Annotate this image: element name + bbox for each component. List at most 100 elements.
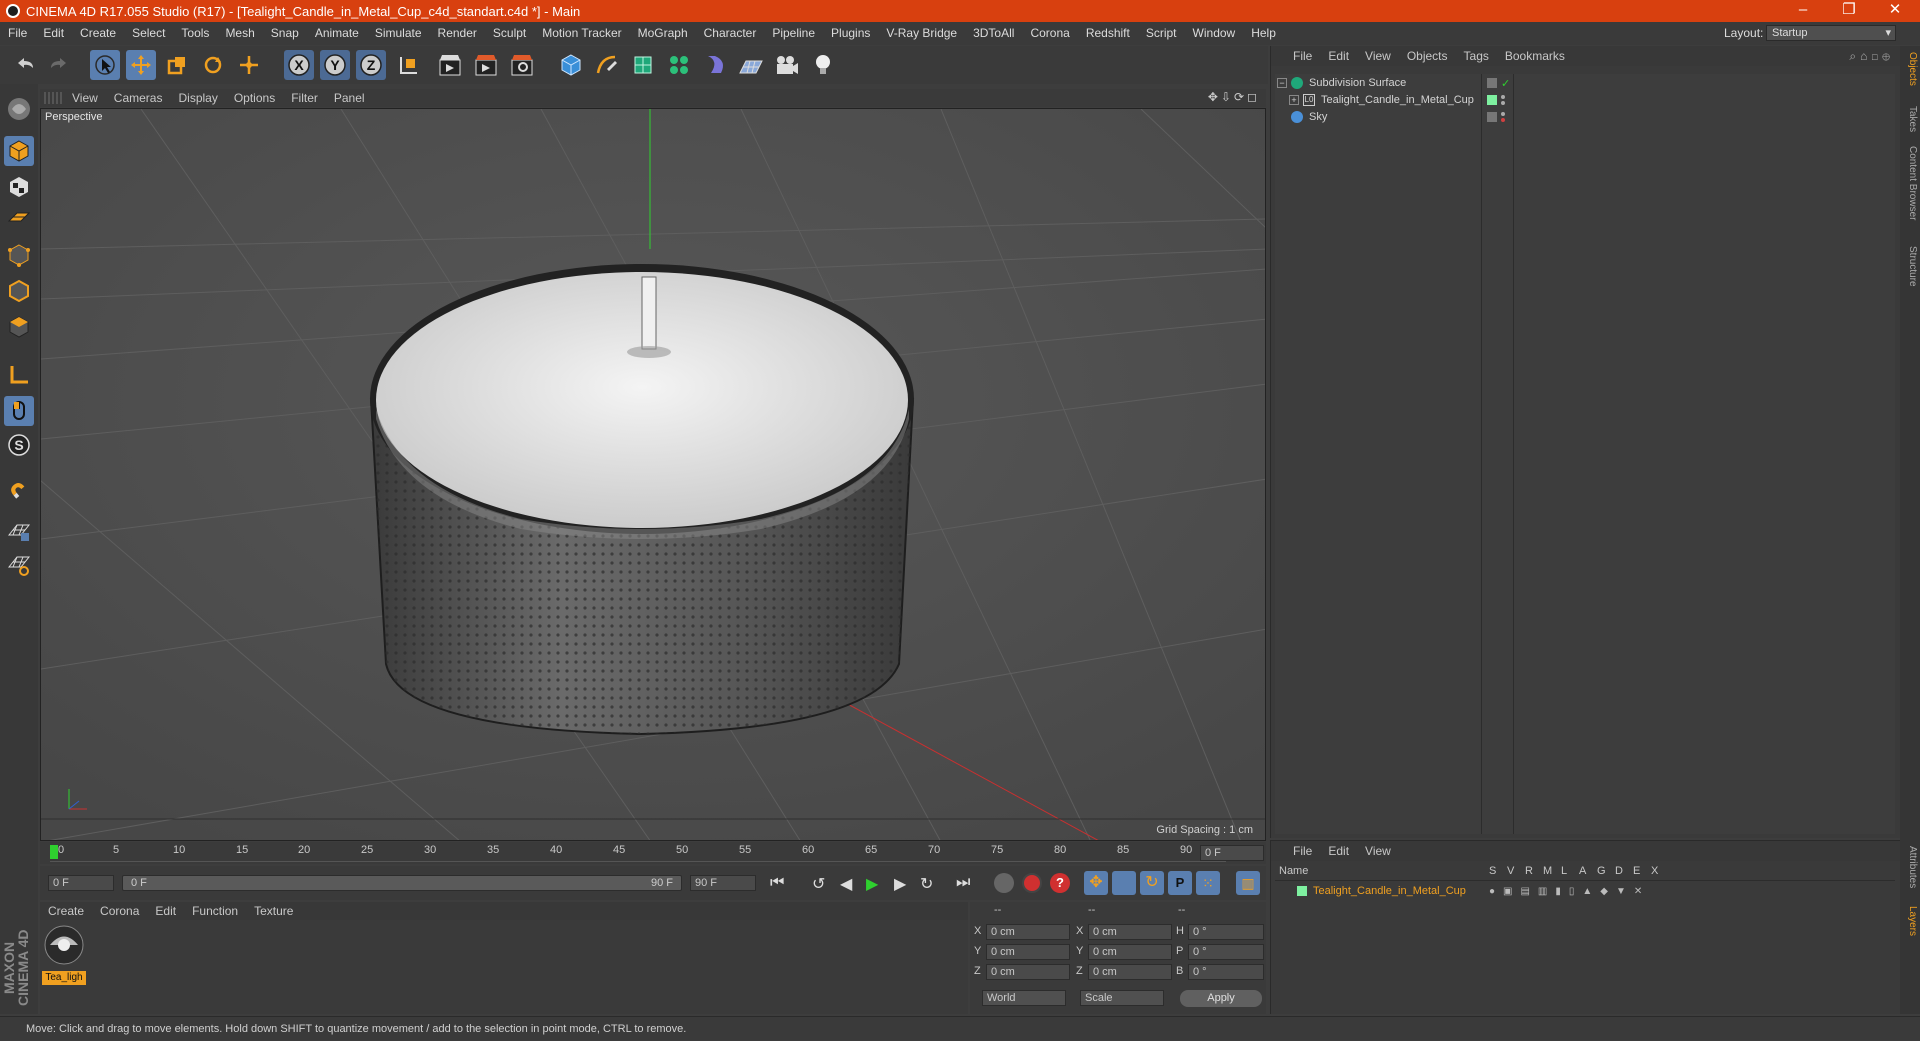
material-menu-create[interactable]: Create (40, 904, 92, 918)
go-to-end-icon[interactable]: ⏭ (956, 874, 970, 892)
camera-icon[interactable] (772, 50, 802, 80)
move-icon[interactable] (126, 50, 156, 80)
cube-icon[interactable] (556, 50, 586, 80)
menu-mograph[interactable]: MoGraph (630, 22, 696, 45)
autokey-icon[interactable]: ? (1050, 873, 1070, 893)
layer-name[interactable]: Tealight_Candle_in_Metal_Cup (1313, 885, 1466, 897)
select-arrow-icon[interactable] (90, 50, 120, 80)
layer-col-m[interactable]: M (1543, 865, 1552, 877)
workplane-mode-icon[interactable] (4, 202, 34, 232)
render-view-icon[interactable] (436, 50, 466, 80)
viewport-nav-icons[interactable]: ✥⇩⟳◻ (1208, 90, 1260, 104)
menu-edit[interactable]: Edit (35, 22, 72, 45)
menu-corona[interactable]: Corona (1022, 22, 1077, 45)
coord-size-mode-select[interactable]: Scale (1080, 990, 1164, 1006)
object-manager-search-icon[interactable]: ⌕⌂◻⊕ (1849, 49, 1894, 64)
layer-col-a[interactable]: A (1579, 865, 1586, 877)
object-row-subdivision[interactable]: − Subdivision Surface ✓ (1275, 74, 1895, 92)
points-mode-icon[interactable] (4, 240, 34, 270)
material-menu-function[interactable]: Function (184, 904, 246, 918)
current-frame-field[interactable]: 0 F (1200, 845, 1264, 861)
object-row-sky[interactable]: Sky (1275, 108, 1895, 126)
frame-range-slider[interactable]: 0 F 90 F (122, 875, 682, 891)
model-mode-icon[interactable] (4, 136, 34, 166)
floor-icon[interactable] (736, 50, 766, 80)
object-menu-bookmarks[interactable]: Bookmarks (1497, 49, 1573, 63)
enabled-check-icon[interactable]: ✓ (1501, 77, 1510, 90)
menu-help[interactable]: Help (1243, 22, 1284, 45)
material-menu-texture[interactable]: Texture (246, 904, 301, 918)
coord-rot-b-field[interactable]: 0 ° (1188, 964, 1264, 980)
menu-simulate[interactable]: Simulate (367, 22, 430, 45)
object-name[interactable]: Subdivision Surface (1309, 77, 1406, 89)
timeline-ruler[interactable]: 0 5 10 15 20 25 30 35 40 45 50 55 60 65 … (40, 842, 1266, 864)
layer-tag-icon[interactable] (1487, 78, 1497, 88)
menu-vray-bridge[interactable]: V-Ray Bridge (878, 22, 965, 45)
material-menu-edit[interactable]: Edit (147, 904, 184, 918)
menu-plugins[interactable]: Plugins (823, 22, 878, 45)
menu-3dtoall[interactable]: 3DToAll (965, 22, 1022, 45)
expand-icon[interactable]: + (1289, 95, 1299, 105)
viewport-menu-filter[interactable]: Filter (283, 91, 326, 105)
coord-mode-select[interactable]: World (982, 990, 1066, 1006)
render-dot-icon[interactable] (1501, 118, 1505, 122)
object-menu-file[interactable]: File (1285, 49, 1320, 63)
menu-character[interactable]: Character (696, 22, 765, 45)
viewport-menu-options[interactable]: Options (226, 91, 283, 105)
layer-menu-edit[interactable]: Edit (1320, 844, 1357, 858)
key-scale-icon[interactable] (1112, 871, 1136, 895)
y-axis-icon[interactable]: Y (320, 50, 350, 80)
layer-menu-view[interactable]: View (1357, 844, 1399, 858)
visibility-dot-icon[interactable] (1501, 95, 1505, 99)
start-frame-field[interactable]: 0 F (48, 875, 114, 891)
record-active-icon[interactable] (1022, 873, 1042, 893)
cloner-icon[interactable] (664, 50, 694, 80)
layer-menu-file[interactable]: File (1285, 844, 1320, 858)
layer-col-x[interactable]: X (1651, 865, 1658, 877)
visibility-dot-icon[interactable] (1501, 112, 1505, 116)
menu-mesh[interactable]: Mesh (217, 22, 262, 45)
object-menu-objects[interactable]: Objects (1399, 49, 1456, 63)
layer-tag-icon[interactable] (1487, 112, 1497, 122)
layer-col-e[interactable]: E (1633, 865, 1640, 877)
key-move-icon[interactable]: ✥ (1084, 871, 1108, 895)
playhead[interactable] (50, 845, 58, 859)
coordinate-system-icon[interactable] (394, 50, 424, 80)
layer-col-l[interactable]: L (1561, 865, 1567, 877)
menu-redshift[interactable]: Redshift (1078, 22, 1138, 45)
tab-objects[interactable]: Objects (1902, 52, 1918, 86)
coord-rot-p-field[interactable]: 0 ° (1188, 944, 1264, 960)
layer-row[interactable]: Tealight_Candle_in_Metal_Cup ●▣▤▥▮▯▲◆▼✕ (1275, 883, 1895, 899)
layer-color-icon[interactable] (1487, 95, 1497, 105)
tab-takes[interactable]: Takes (1902, 106, 1918, 132)
next-key-icon[interactable]: ↻ (920, 874, 933, 894)
layout-select[interactable]: Startup (1766, 25, 1896, 41)
layer-col-v[interactable]: V (1507, 865, 1514, 877)
key-param-icon[interactable]: P (1168, 871, 1192, 895)
layer-col-r[interactable]: R (1525, 865, 1533, 877)
next-frame-icon[interactable]: ▶ (894, 874, 906, 894)
key-rotate-icon[interactable]: ↻ (1140, 871, 1164, 895)
menu-animate[interactable]: Animate (307, 22, 367, 45)
coord-rot-h-field[interactable]: 0 ° (1188, 924, 1264, 940)
viewport-camera-label[interactable]: Perspective (45, 111, 102, 123)
material-swatch[interactable]: Tea_ligh (42, 924, 86, 985)
snap-icon[interactable]: S (4, 430, 34, 460)
object-name[interactable]: Sky (1309, 111, 1327, 123)
play-icon[interactable]: ▶ (866, 874, 878, 894)
live-transform-icon[interactable] (234, 50, 264, 80)
timeline-icon[interactable]: ▥ (1236, 871, 1260, 895)
collapse-icon[interactable]: − (1277, 78, 1287, 88)
z-axis-icon[interactable]: Z (356, 50, 386, 80)
menu-window[interactable]: Window (1185, 22, 1244, 45)
grid-lock-icon[interactable] (4, 516, 34, 546)
render-settings-icon[interactable] (508, 50, 538, 80)
layer-col-g[interactable]: G (1597, 865, 1606, 877)
coord-size-z-field[interactable]: 0 cm (1088, 964, 1172, 980)
object-menu-view[interactable]: View (1357, 49, 1399, 63)
object-menu-tags[interactable]: Tags (1456, 49, 1497, 63)
scale-icon[interactable] (162, 50, 192, 80)
menu-tools[interactable]: Tools (173, 22, 217, 45)
coord-pos-x-field[interactable]: 0 cm (986, 924, 1070, 940)
key-pla-icon[interactable]: ⁙ (1196, 871, 1220, 895)
